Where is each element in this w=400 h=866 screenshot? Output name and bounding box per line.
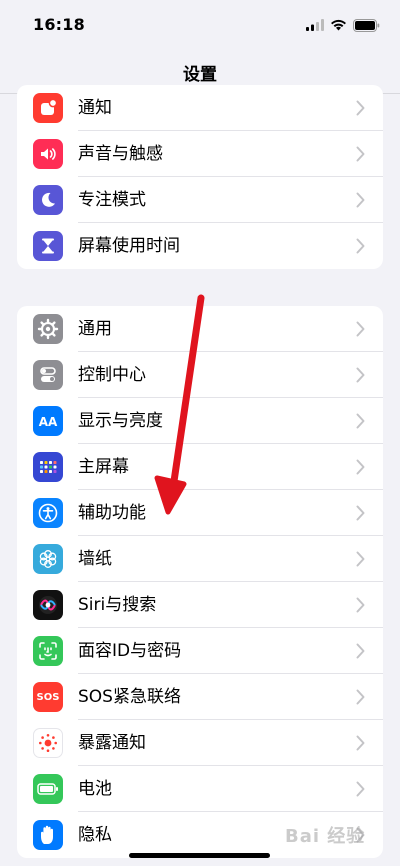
row-focus[interactable]: 专注模式 xyxy=(17,177,383,223)
cellular-signal-icon xyxy=(306,19,324,31)
status-time: 16:18 xyxy=(33,15,85,34)
row-sos[interactable]: SOS SOS紧急联络 xyxy=(17,674,383,720)
row-label: Siri与搜索 xyxy=(78,595,157,615)
sos-icon: SOS xyxy=(33,682,63,712)
row-notifications[interactable]: 通知 xyxy=(17,85,383,131)
chevron-right-icon xyxy=(356,100,365,116)
status-bar: 16:18 xyxy=(0,0,400,48)
chevron-right-icon xyxy=(356,643,365,659)
focus-moon-icon xyxy=(33,185,63,215)
control-center-icon xyxy=(33,360,63,390)
watermark: Bai 经验 xyxy=(285,826,366,847)
row-sounds[interactable]: 声音与触感 xyxy=(17,131,383,177)
row-battery[interactable]: 电池 xyxy=(17,766,383,812)
siri-icon xyxy=(33,590,63,620)
row-general[interactable]: 通用 xyxy=(17,306,383,352)
row-accessibility[interactable]: 辅助功能 xyxy=(17,490,383,536)
row-label: 主屏幕 xyxy=(78,457,129,477)
home-screen-icon xyxy=(33,452,63,482)
row-label: 屏幕使用时间 xyxy=(78,236,180,256)
row-control-center[interactable]: 控制中心 xyxy=(17,352,383,398)
home-indicator xyxy=(129,853,270,858)
settings-group-1: 通知 声音与触感 专注模式 屏幕使用时间 xyxy=(17,85,383,269)
row-label: 隐私 xyxy=(78,825,112,845)
row-exposure-notifications[interactable]: 暴露通知 xyxy=(17,720,383,766)
wifi-icon xyxy=(331,19,346,31)
gear-icon xyxy=(33,314,63,344)
row-label: 辅助功能 xyxy=(78,503,146,523)
sos-icon-text: SOS xyxy=(36,691,60,703)
row-face-id[interactable]: 面容ID与密码 xyxy=(17,628,383,674)
chevron-right-icon xyxy=(356,597,365,613)
wallpaper-flower-icon xyxy=(33,544,63,574)
screen-time-hourglass-icon xyxy=(33,231,63,261)
chevron-right-icon xyxy=(356,551,365,567)
settings-group-2: 通用 控制中心 AA 显示与亮度 主屏幕 辅助功能 墙纸 Siri与搜索 面容I… xyxy=(17,306,383,858)
row-screen-time[interactable]: 屏幕使用时间 xyxy=(17,223,383,269)
row-label: 专注模式 xyxy=(78,190,146,210)
row-label: 通用 xyxy=(78,319,112,339)
row-label: 通知 xyxy=(78,98,112,118)
chevron-right-icon xyxy=(356,238,365,254)
battery-status-icon xyxy=(353,18,380,32)
battery-icon xyxy=(33,774,63,804)
chevron-right-icon xyxy=(356,192,365,208)
row-home-screen[interactable]: 主屏幕 xyxy=(17,444,383,490)
row-display[interactable]: AA 显示与亮度 xyxy=(17,398,383,444)
chevron-right-icon xyxy=(356,689,365,705)
display-aa-icon: AA xyxy=(33,406,63,436)
svg-text:AA: AA xyxy=(39,415,58,429)
row-label: 电池 xyxy=(78,779,112,799)
chevron-right-icon xyxy=(356,146,365,162)
chevron-right-icon xyxy=(356,505,365,521)
row-label: 控制中心 xyxy=(78,365,146,385)
chevron-right-icon xyxy=(356,367,365,383)
row-label: 面容ID与密码 xyxy=(78,641,182,661)
row-wallpaper[interactable]: 墙纸 xyxy=(17,536,383,582)
sound-icon xyxy=(33,139,63,169)
privacy-hand-icon xyxy=(33,820,63,850)
chevron-right-icon xyxy=(356,735,365,751)
row-siri[interactable]: Siri与搜索 xyxy=(17,582,383,628)
row-label: 声音与触感 xyxy=(78,144,163,164)
page-title: 设置 xyxy=(183,65,217,85)
status-icons xyxy=(306,15,380,35)
chevron-right-icon xyxy=(356,459,365,475)
row-label: SOS紧急联络 xyxy=(78,687,181,707)
row-label: 暴露通知 xyxy=(78,733,146,753)
row-label: 墙纸 xyxy=(78,549,112,569)
exposure-notification-icon xyxy=(33,728,63,758)
accessibility-icon xyxy=(33,498,63,528)
face-id-icon xyxy=(33,636,63,666)
chevron-right-icon xyxy=(356,413,365,429)
notifications-icon xyxy=(33,93,63,123)
chevron-right-icon xyxy=(356,321,365,337)
row-label: 显示与亮度 xyxy=(78,411,163,431)
chevron-right-icon xyxy=(356,781,365,797)
